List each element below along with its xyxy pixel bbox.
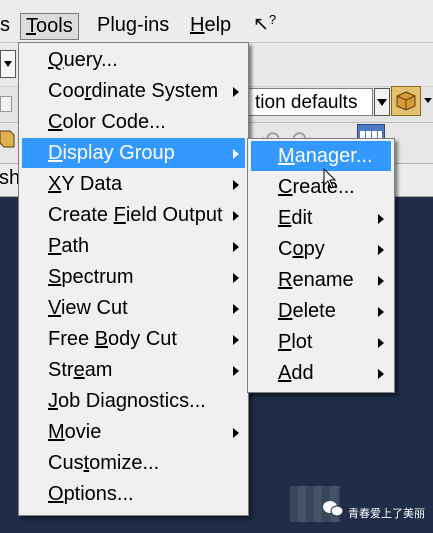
- menu-item-label: Rename: [278, 269, 354, 291]
- menu-item-label: Stream: [48, 359, 113, 381]
- menu-item-label: Customize...: [48, 452, 160, 474]
- chevron-down-icon[interactable]: [424, 98, 432, 103]
- wechat-icon: [323, 501, 344, 517]
- menu-item-label: Display Group: [48, 142, 175, 164]
- menu-label-rest: elp: [204, 14, 232, 36]
- menu-item-query[interactable]: Query...: [22, 45, 245, 75]
- combo-dropdown-button[interactable]: [0, 50, 16, 78]
- menu-item-label: Copy: [278, 238, 325, 260]
- menu-item-color-code[interactable]: Color Code...: [22, 107, 245, 137]
- submenu-item-rename[interactable]: Rename: [251, 265, 391, 295]
- display-defaults-field[interactable]: tion defaults: [248, 88, 373, 116]
- menu-label-rest: ools: [36, 15, 73, 37]
- menu-item-label: Query...: [48, 49, 118, 71]
- submenu-arrow-icon: [233, 87, 239, 97]
- submenu-item-edit[interactable]: Edit: [251, 203, 391, 233]
- submenu-arrow-icon: [378, 338, 384, 348]
- cube-icon[interactable]: [391, 86, 421, 116]
- menu-label-rest: ins: [143, 14, 170, 36]
- menubar: s Tools Plug-ins Help ↖?: [0, 0, 433, 43]
- submenu-arrow-icon: [233, 366, 239, 376]
- menu-item-xy-data[interactable]: XY Data: [22, 169, 245, 199]
- menu-label-pre: Plug-: [97, 14, 144, 36]
- mnemonic: H: [190, 14, 205, 36]
- submenu-arrow-icon: [233, 335, 239, 345]
- submenu-arrow-icon: [378, 307, 384, 317]
- menu-item-free-body-cut[interactable]: Free Body Cut: [22, 324, 245, 354]
- submenu-item-add[interactable]: Add: [251, 358, 391, 388]
- menubar-item-tools[interactable]: Tools: [20, 13, 79, 40]
- menu-item-label: Add: [278, 362, 314, 384]
- menu-item-label: Path: [48, 235, 90, 257]
- menu-item-view-cut[interactable]: View Cut: [22, 293, 245, 323]
- menu-item-label: Spectrum: [48, 266, 134, 288]
- menu-item-options[interactable]: Options...: [22, 479, 245, 509]
- menu-item-display-group[interactable]: Display Group: [22, 138, 245, 168]
- watermark-text: 青春爱上了美丽: [348, 508, 425, 520]
- submenu-item-copy[interactable]: Copy: [251, 234, 391, 264]
- tool-icon[interactable]: [0, 96, 12, 112]
- menu-item-label: View Cut: [48, 297, 128, 319]
- menu-item-spectrum[interactable]: Spectrum: [22, 262, 245, 292]
- menubar-item-plugins[interactable]: Plug-ins: [97, 14, 169, 37]
- submenu-arrow-icon: [378, 276, 384, 286]
- menu-item-movie[interactable]: Movie: [22, 417, 245, 447]
- menu-item-label: Edit: [278, 207, 313, 229]
- mouse-cursor-icon: [323, 168, 337, 189]
- menu-item-label: Create Field Output: [48, 204, 223, 226]
- menu-item-label: Free Body Cut: [48, 328, 177, 350]
- submenu-arrow-icon: [233, 242, 239, 252]
- menu-item-label: Create...: [278, 176, 355, 198]
- menu-item-label: XY Data: [48, 173, 123, 195]
- help-cursor-icon[interactable]: ↖?: [253, 12, 277, 36]
- menu-item-label: Plot: [278, 331, 313, 353]
- menu-item-label: Manager...: [278, 145, 373, 167]
- submenu-item-create[interactable]: Create...: [251, 172, 391, 202]
- menu-item-stream[interactable]: Stream: [22, 355, 245, 385]
- menu-item-path[interactable]: Path: [22, 231, 245, 261]
- submenu-arrow-icon: [233, 180, 239, 190]
- submenu-arrow-icon: [233, 149, 239, 159]
- submenu-arrow-icon: [233, 273, 239, 283]
- question-mark: ?: [268, 12, 277, 27]
- menu-item-customize[interactable]: Customize...: [22, 448, 245, 478]
- menu-item-label: Options...: [48, 483, 134, 505]
- menubar-item-partial[interactable]: s: [0, 14, 10, 37]
- menubar-item-help[interactable]: Help: [190, 14, 231, 37]
- menu-item-job-diagnostics[interactable]: Job Diagnostics...: [22, 386, 245, 416]
- submenu-arrow-icon: [378, 369, 384, 379]
- submenu-arrow-icon: [233, 304, 239, 314]
- display-defaults-dropdown-button[interactable]: [374, 88, 390, 116]
- menu-item-label: Color Code...: [48, 111, 166, 133]
- mnemonic: T: [26, 15, 36, 37]
- tools-menu: Query... Coordinate System Color Code...…: [18, 42, 249, 516]
- submenu-arrow-icon: [233, 211, 239, 221]
- menu-item-coordinate-system[interactable]: Coordinate System: [22, 76, 245, 106]
- submenu-item-plot[interactable]: Plot: [251, 327, 391, 357]
- submenu-arrow-icon: [378, 214, 384, 224]
- submenu-arrow-icon: [233, 428, 239, 438]
- submenu-item-manager[interactable]: Manager...: [251, 141, 391, 171]
- submenu-arrow-icon: [378, 245, 384, 255]
- submenu-item-delete[interactable]: Delete: [251, 296, 391, 326]
- cube-icon[interactable]: [0, 127, 16, 149]
- menu-item-label: Coordinate System: [48, 80, 219, 102]
- display-group-submenu: Manager... Create... Edit Copy Rename De…: [247, 138, 395, 393]
- menu-item-label: Job Diagnostics...: [48, 390, 206, 412]
- menu-item-create-field-output[interactable]: Create Field Output: [22, 200, 245, 230]
- menu-item-label: Movie: [48, 421, 102, 443]
- menu-item-label: Delete: [278, 300, 336, 322]
